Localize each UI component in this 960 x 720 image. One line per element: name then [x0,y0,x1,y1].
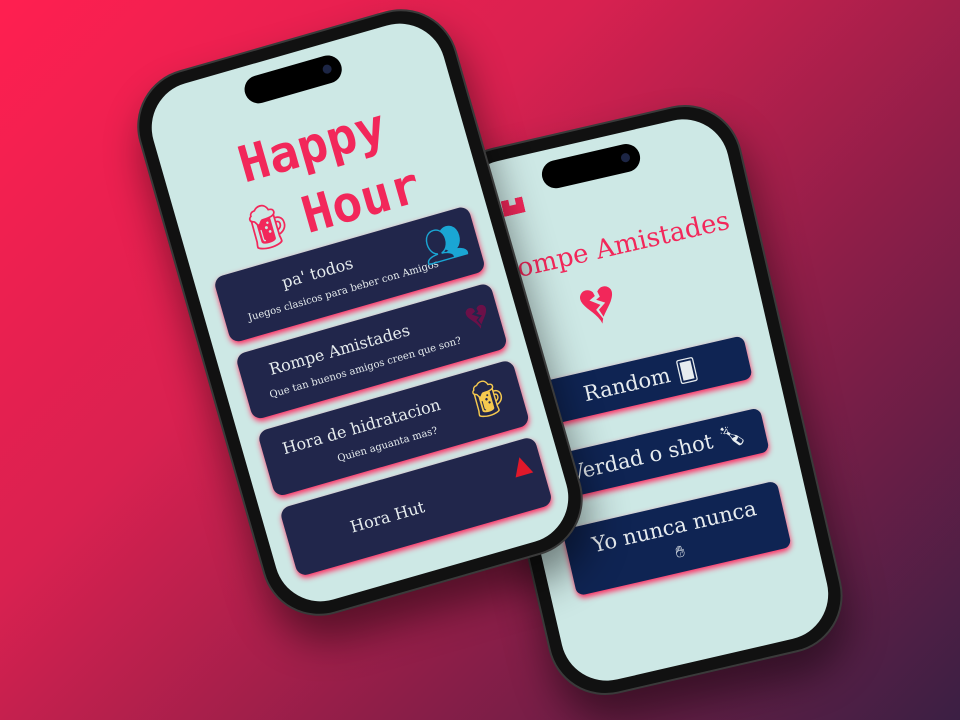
main-screen: Happy 🍺︎ Hour pa' todos Juegos clasicos … [140,12,580,613]
home-icon[interactable] [501,196,526,217]
yo-nunca-nunca-button[interactable]: Yo nunca nunca ✋︎ [562,480,792,597]
group-icon: 👥︎ [416,218,472,271]
beer-logo-icon: 🍺︎ [234,194,303,259]
hand-icon: ✋︎ [673,541,687,562]
dynamic-island [539,141,643,192]
cards-icon: 🂠 [673,356,701,385]
broken-heart-icon: 💔︎ [574,269,622,341]
random-button[interactable]: Random 🂠 [528,335,753,428]
beer-mug-icon: 🍺︎ [460,372,516,425]
bottle-icon: 🍾︎ [716,421,748,452]
main-phone: Happy 🍺︎ Hour pa' todos Juegos clasicos … [123,0,597,630]
dynamic-island [241,52,346,107]
